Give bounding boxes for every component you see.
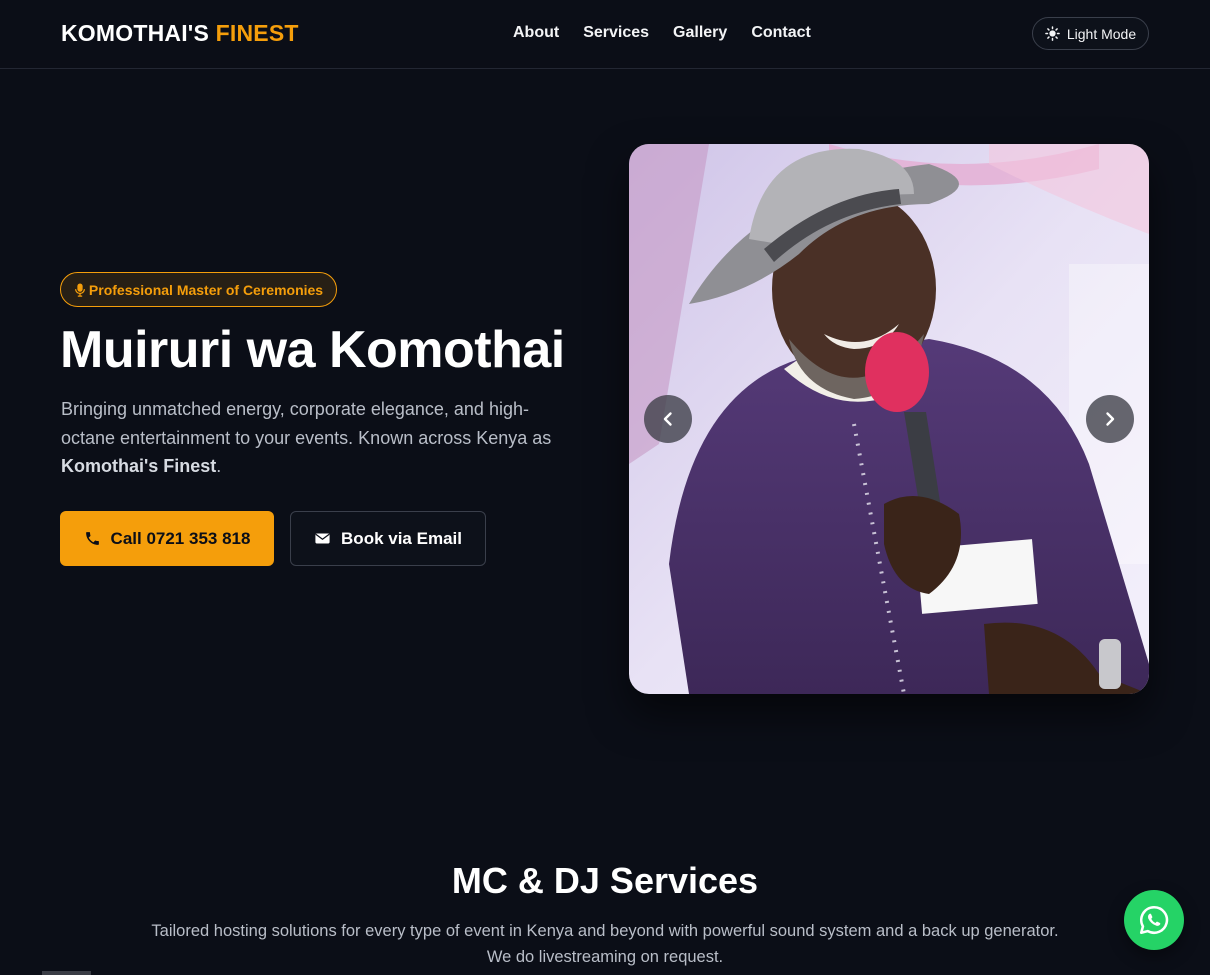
nav-link-contact[interactable]: Contact [751, 24, 811, 42]
chevron-right-icon [1106, 412, 1115, 426]
carousel-next-button[interactable] [1086, 395, 1134, 443]
mc-portrait-image [629, 144, 1149, 694]
nav-link-about[interactable]: About [513, 24, 559, 42]
microphone-icon [74, 282, 85, 297]
services-description-line1: Tailored hosting solutions for every typ… [151, 922, 1059, 940]
role-badge-text: Professional Master of Ceremonies [88, 281, 324, 298]
site-logo[interactable]: KOMOTHAI'S FINEST [61, 20, 299, 47]
envelope-icon [315, 533, 330, 544]
nav-link-services[interactable]: Services [583, 24, 649, 42]
carousel-prev-button[interactable] [644, 395, 692, 443]
nav-link-gallery[interactable]: Gallery [673, 24, 727, 42]
call-button-label: Call 0721 353 818 [110, 528, 251, 548]
book-email-button[interactable]: Book via Email [290, 511, 486, 566]
site-header: KOMOTHAI'S FINEST About Services Gallery… [0, 0, 1210, 69]
chevron-left-icon [663, 412, 672, 426]
hero-description: Bringing unmatched energy, corporate ele… [61, 395, 581, 481]
main-nav: About Services Gallery Contact [513, 24, 811, 42]
light-mode-label: Light Mode [1066, 25, 1137, 42]
services-description-line2: We do livestreaming on request. [486, 948, 724, 966]
whatsapp-icon [1139, 905, 1169, 935]
hero-title: Muiruri wa Komothai [60, 321, 565, 379]
call-button[interactable]: Call 0721 353 818 [60, 511, 274, 566]
phone-icon [85, 532, 99, 545]
light-mode-toggle[interactable]: Light Mode [1032, 17, 1149, 50]
sun-icon [1045, 26, 1060, 41]
hero-carousel [629, 144, 1149, 694]
scrollbar-thumb[interactable] [42, 971, 91, 975]
services-description: Tailored hosting solutions for every typ… [130, 918, 1080, 970]
logo-main-text: KOMOTHAI'S [61, 20, 210, 46]
whatsapp-button[interactable] [1124, 890, 1184, 950]
hero-description-end: . [216, 456, 222, 476]
hero-description-text: Bringing unmatched energy, corporate ele… [61, 399, 552, 448]
hero-description-highlight: Komothai's Finest [61, 456, 217, 476]
book-email-label: Book via Email [341, 528, 462, 548]
services-title: MC & DJ Services [451, 860, 759, 901]
logo-accent-text: FINEST [215, 20, 299, 46]
role-badge: Professional Master of Ceremonies [60, 272, 337, 307]
